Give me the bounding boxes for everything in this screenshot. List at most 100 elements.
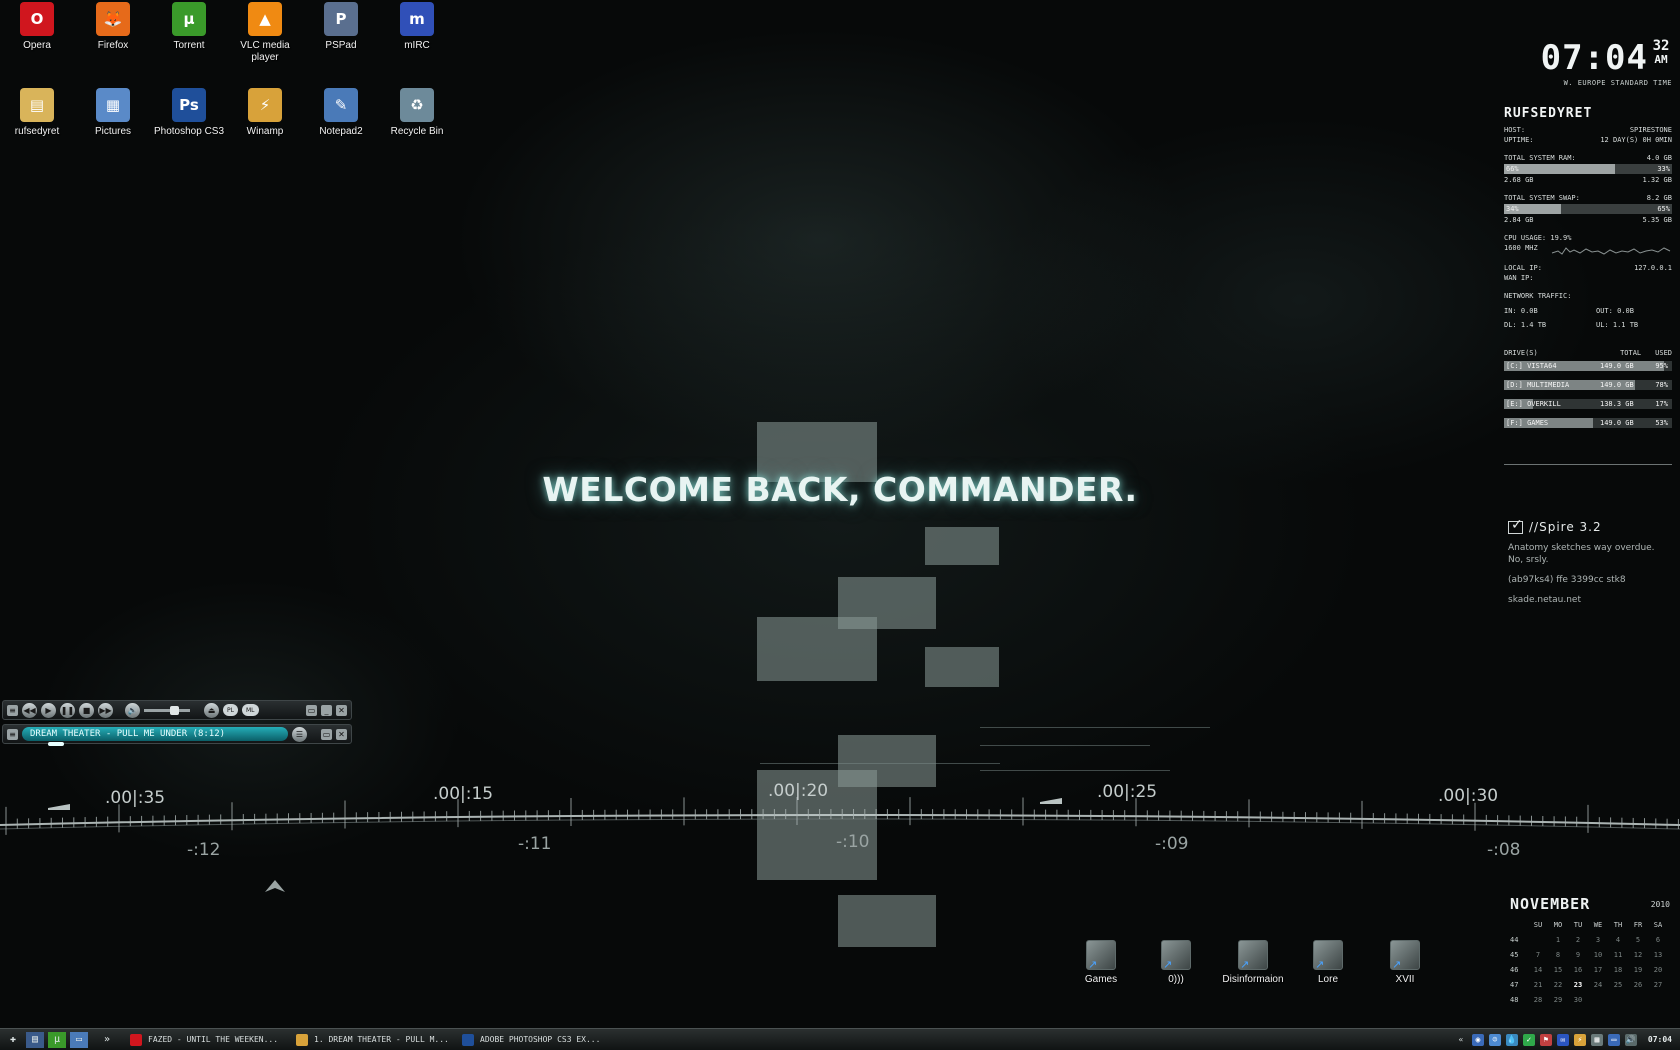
playlist-menu-icon[interactable]: ≡ (7, 728, 18, 740)
folder-label: Lore (1317, 974, 1338, 985)
mail-icon[interactable]: ✉ (1556, 1033, 1569, 1046)
calendar-widget: NOVEMBER 2010 SU MO TU WE TH FR SA 44 1 2 3 4 5 6 45 7 8 9… (1510, 894, 1670, 1007)
calendar-day: 18 (1613, 965, 1623, 974)
close-button[interactable]: ✕ (336, 704, 347, 716)
stop-button[interactable]: ■ (79, 702, 94, 718)
playlist-shade-button[interactable]: ▭ (321, 728, 332, 740)
media-library-toggle-button[interactable]: ML (241, 704, 259, 716)
play-button[interactable]: ▶ (41, 702, 56, 718)
winamp-task-icon (296, 1033, 308, 1046)
games-folder-icon (1086, 940, 1116, 971)
desktop-icon-winamp[interactable]: ⚡ Winamp (229, 88, 301, 138)
folder-icon-games[interactable]: Games (1066, 940, 1136, 985)
minimize-button[interactable]: _ (321, 704, 332, 716)
desktop-icon-torrent[interactable]: µ Torrent (153, 2, 225, 52)
system-monitor-widget: RUFSEDYRET HOST: SPIRESTONE UPTIME: 12 DAY… (1504, 106, 1672, 475)
pspad-icon: P (324, 2, 358, 36)
ram-free: 1.32 GB (1642, 176, 1672, 184)
computer-name: RUFSEDYRET (1504, 106, 1593, 121)
taskbar-task-winamp[interactable]: 1. DREAM THEATER - PULL M... (288, 1031, 448, 1049)
calendar-day: 17 (1593, 965, 1603, 974)
taskbar-clock[interactable]: 07:04 (1648, 1035, 1672, 1044)
host-value: SPIRESTONE (1629, 126, 1672, 134)
wan-ip-row: WAN IP: (1504, 273, 1672, 283)
display-icon[interactable]: ▭ (1607, 1033, 1620, 1046)
quicklaunch-desktop-icon[interactable]: ▭ (70, 1031, 88, 1048)
network-icon[interactable]: ◉ (1471, 1033, 1484, 1046)
winamp-tray-icon[interactable]: ⚡ (1573, 1033, 1586, 1046)
notes-widget: //Spire 3.2 Anatomy sketches way overdue… (1508, 517, 1668, 606)
desktop-icon-firefox[interactable]: 🦊 Firefox (77, 2, 149, 52)
uptime-value: 12 DAY(S) 0H 0MIN (1600, 136, 1672, 144)
playlist-options-icon[interactable]: ☰ (292, 726, 307, 742)
calendar-day: 15 (1553, 965, 1563, 974)
volume-slider[interactable] (144, 705, 190, 715)
desktop-icon-recycle-bin[interactable]: ♻ Recycle Bin (381, 88, 453, 138)
folder-icon-disinformation[interactable]: Disinformaion (1218, 940, 1288, 985)
swap-free: 5.35 GB (1642, 216, 1672, 224)
taskbar-task-opera[interactable]: FAZED - UNTIL THE WEEKEN... (122, 1031, 282, 1049)
ram-free-percent: 33% (1657, 165, 1670, 173)
network-total-row: DL: 1.4 TB UL: 1.1 TB (1504, 320, 1672, 330)
flag-icon[interactable]: ⚑ (1539, 1033, 1552, 1046)
folder-icon-lore[interactable]: Lore (1293, 940, 1363, 985)
folder-icon-music[interactable]: 0))) (1141, 940, 1211, 985)
calendar-week-number: 47 (1510, 980, 1519, 989)
water-drop-icon[interactable]: 💧 (1505, 1033, 1518, 1046)
playlist-toggle-button[interactable]: PL (223, 704, 238, 716)
next-track-button[interactable]: ▶▶ (98, 702, 113, 718)
wan-ip-label: WAN IP: (1504, 274, 1534, 282)
task-label: ADOBE PHOTOSHOP CS3 EX... (480, 1035, 601, 1044)
winamp-player: ≡ ◀◀ ▶ ❚❚ ■ ▶▶ 🔊 ⏏ PL ML ▭ _ ✕ ≡ DREAM T… (2, 700, 352, 746)
users-icon[interactable]: ☺ (1488, 1033, 1501, 1046)
device-icon[interactable]: ▦ (1590, 1033, 1603, 1046)
calendar-day: 7 (1535, 950, 1541, 959)
swap-label: TOTAL SYSTEM SWAP: (1504, 194, 1580, 202)
current-track-display[interactable]: DREAM THEATER - PULL ME UNDER (8:12) (22, 727, 288, 746)
volume-tray-icon[interactable]: 🔊 (1624, 1033, 1637, 1046)
desktop-icon-vlc[interactable]: ▲ VLC media player (229, 2, 301, 64)
ram-total: 4.0 GB (1646, 154, 1672, 162)
desktop-icon-photoshop[interactable]: Ps Photoshop CS3 (153, 88, 225, 138)
desktop-icon-label: Torrent (173, 40, 205, 51)
previous-track-button[interactable]: ◀◀ (22, 702, 37, 718)
security-check-icon[interactable]: ✓ (1522, 1033, 1535, 1046)
calendar-day: 2 (1575, 935, 1581, 944)
desktop-icon-pictures[interactable]: ▦ Pictures (77, 88, 149, 138)
quicklaunch-torrent-icon[interactable]: µ (48, 1031, 66, 1048)
seek-position-handle[interactable] (48, 742, 64, 746)
volume-slider-handle[interactable] (170, 705, 179, 715)
desktop-icon-rufsedyret[interactable]: ▤ rufsedyret (1, 88, 73, 138)
notepad-icon: ✎ (324, 88, 358, 122)
desktop-icon-mirc[interactable]: m mIRC (381, 2, 453, 52)
folder-icon-xvii[interactable]: XVII (1370, 940, 1440, 985)
desktop-icon-pspad[interactable]: P PSPad (305, 2, 377, 52)
timeline-label: .00|:35 (105, 788, 166, 808)
drive-name: [E:] OVERKILL (1506, 400, 1561, 408)
desktop-icon-opera[interactable]: O Opera (1, 2, 73, 52)
opera-task-icon (130, 1033, 142, 1046)
checkbox-icon (1508, 517, 1524, 534)
playlist-close-button[interactable]: ✕ (336, 728, 347, 740)
start-button[interactable]: ✚ (4, 1032, 22, 1048)
calendar-day: 3 (1595, 935, 1601, 944)
desktop-icon-label: PSPad (325, 40, 357, 51)
eject-button[interactable]: ⏏ (204, 702, 219, 718)
winamp-menu-icon[interactable]: ≡ (7, 704, 18, 716)
widget-divider (1504, 464, 1672, 465)
calendar-grid: SU MO TU WE TH FR SA 44 1 2 3 4 5 6 45 7 8 9 10 11 12 13 46 14 1… (1510, 917, 1668, 1007)
tray-collapse-icon[interactable]: « (1455, 1034, 1467, 1046)
note-line: (ab97ks4) ffe 3399cc stk8 (1508, 575, 1626, 585)
desktop-icon-label: Opera (23, 40, 51, 51)
torrent-icon: µ (172, 2, 206, 36)
pause-button[interactable]: ❚❚ (60, 702, 75, 718)
network-download-total: DL: 1.4 TB (1504, 321, 1547, 329)
quicklaunch-overflow-icon[interactable]: » (98, 1032, 116, 1048)
desktop-icon-label: Pictures (94, 126, 132, 137)
taskbar-task-photoshop[interactable]: ADOBE PHOTOSHOP CS3 EX... (454, 1031, 614, 1049)
shade-button[interactable]: ▭ (306, 704, 317, 716)
swap-used: 2.84 GB (1504, 216, 1534, 224)
desktop-icon-notepad2[interactable]: ✎ Notepad2 (305, 88, 377, 138)
quicklaunch-explorer-icon[interactable]: ▤ (26, 1031, 44, 1048)
drives-label: DRIVE(S) (1504, 349, 1538, 357)
